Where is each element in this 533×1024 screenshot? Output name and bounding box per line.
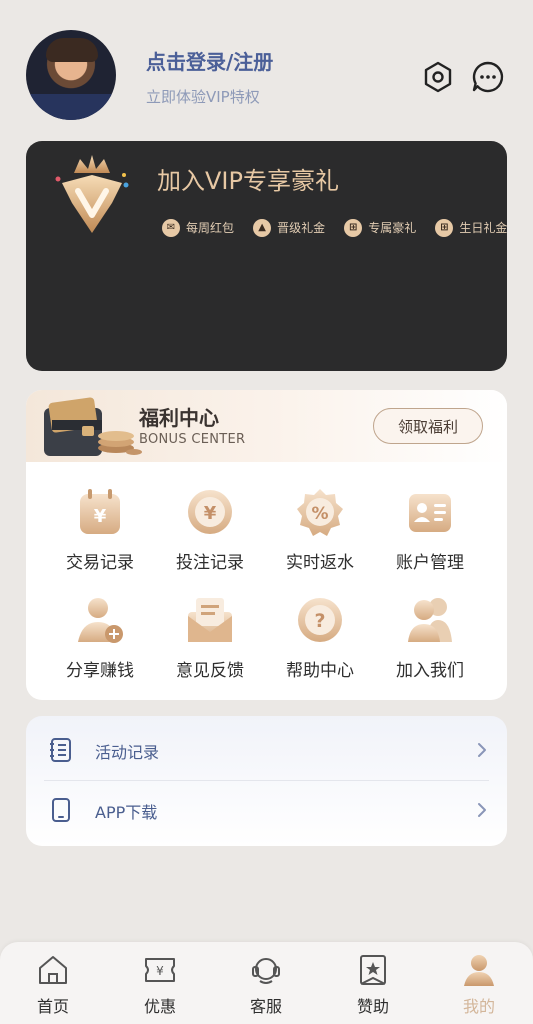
rebate-icon: % — [297, 489, 343, 536]
bonus-center-title: 福利中心 — [139, 406, 219, 430]
grid-item-account-management[interactable]: 账户管理 — [380, 486, 480, 586]
grid-label: 分享赚钱 — [66, 661, 134, 681]
vip-banner-card[interactable]: 加入VIP专享豪礼 ✉ 每周红包 ▲ 晋级礼金 ⊞ 专属豪礼 ⊞ 生日礼金 — [26, 141, 507, 371]
grid-label: 加入我们 — [396, 661, 464, 681]
grid-label: 投注记录 — [176, 553, 244, 573]
nav-label: 客服 — [249, 997, 282, 1016]
help-icon: ? — [298, 598, 342, 642]
red-packet-icon: ✉ — [162, 218, 180, 237]
feedback-envelope-icon — [188, 598, 232, 642]
bonus-center-card: 福利中心 BONUS CENTER 领取福利 ¥ 交易记录 ¥ 投注记录 % 实… — [26, 390, 507, 700]
bottom-nav: 首页 ¥ 优惠 客服 赞助 我的 — [0, 942, 533, 1024]
profile-header: 点击登录/注册 立即体验VIP特权 — [0, 0, 533, 140]
grid-item-feedback[interactable]: 意见反馈 — [160, 594, 260, 694]
perk-level-up-bonus: ▲ 晋级礼金 — [253, 218, 325, 237]
grid-item-rebate[interactable]: % 实时返水 — [270, 486, 370, 586]
transaction-record-icon: ¥ — [80, 489, 120, 534]
nav-customer-service[interactable]: 客服 — [236, 952, 296, 1022]
svg-text:%: % — [311, 504, 328, 524]
vip-perks: ✉ 每周红包 ▲ 晋级礼金 ⊞ 专属豪礼 ⊞ 生日礼金 — [162, 215, 507, 239]
bonus-center-header: 福利中心 BONUS CENTER 领取福利 — [26, 390, 507, 462]
grid-item-help-center[interactable]: ? 帮助中心 — [270, 594, 370, 694]
grid-label: 意见反馈 — [176, 661, 244, 681]
grid-label: 账户管理 — [396, 553, 464, 573]
svg-text:?: ? — [314, 610, 325, 632]
grid-item-share-earn[interactable]: 分享赚钱 — [50, 594, 150, 694]
claim-bonus-button[interactable]: 领取福利 — [373, 408, 483, 444]
level-up-icon: ▲ — [253, 218, 272, 237]
avatar[interactable] — [26, 30, 116, 120]
grid-item-join-us[interactable]: 加入我们 — [380, 594, 480, 694]
wallet-coins-icon — [44, 397, 142, 456]
perk-weekly-red-packet: ✉ 每周红包 — [162, 218, 234, 237]
grid-label: 帮助中心 — [286, 661, 354, 681]
chevron-right-icon — [478, 743, 486, 757]
perk-birthday-bonus: ⊞ 生日礼金 — [435, 218, 507, 237]
profile-icon — [464, 955, 494, 986]
nav-sponsor[interactable]: 赞助 — [343, 952, 403, 1022]
nav-label: 首页 — [36, 997, 69, 1016]
grid-label: 实时返水 — [286, 553, 354, 573]
grid-item-transaction-record[interactable]: ¥ 交易记录 — [50, 486, 150, 586]
nav-home[interactable]: 首页 — [23, 952, 83, 1022]
sponsor-icon — [360, 955, 386, 985]
nav-label: 我的 — [462, 997, 495, 1016]
grid-label: 交易记录 — [66, 553, 134, 573]
chevron-right-icon — [478, 803, 486, 817]
login-register-link[interactable]: 点击登录/注册 — [146, 46, 273, 75]
list-item-label: APP下载 — [95, 803, 158, 822]
bet-record-icon: ¥ — [188, 490, 232, 534]
gift-icon: ⊞ — [344, 218, 363, 237]
list-item-app-download[interactable]: APP下载 — [26, 780, 507, 840]
chat-icon[interactable] — [471, 60, 505, 94]
nav-label: 赞助 — [356, 997, 389, 1016]
nav-profile[interactable]: 我的 — [449, 952, 509, 1022]
vip-experience-subtitle: 立即体验VIP特权 — [146, 88, 260, 106]
support-headset-icon — [252, 958, 280, 984]
home-icon — [39, 956, 67, 984]
nav-label: 优惠 — [143, 997, 176, 1016]
vip-title: 加入VIP专享豪礼 — [157, 167, 339, 195]
grid-item-bet-record[interactable]: ¥ 投注记录 — [160, 486, 260, 586]
activity-list-icon — [50, 738, 71, 762]
share-user-icon — [78, 598, 123, 643]
account-icon — [409, 494, 451, 532]
coupon-icon: ¥ — [145, 958, 175, 982]
list-item-activity-record[interactable]: 活动记录 — [26, 720, 507, 780]
birthday-gift-icon: ⊞ — [435, 218, 454, 237]
vip-crown-badge-icon — [55, 155, 129, 233]
join-us-icon — [408, 598, 452, 642]
svg-text:¥: ¥ — [156, 964, 164, 978]
perk-exclusive-gift: ⊞ 专属豪礼 — [344, 218, 416, 237]
menu-list-card: 活动记录 APP下载 — [26, 716, 507, 846]
phone-icon — [52, 798, 70, 822]
svg-text:¥: ¥ — [94, 506, 107, 527]
bonus-center-subtitle: BONUS CENTER — [139, 432, 246, 447]
nav-promotions[interactable]: ¥ 优惠 — [130, 952, 190, 1022]
list-item-label: 活动记录 — [95, 743, 160, 762]
settings-icon[interactable] — [421, 60, 455, 94]
svg-text:¥: ¥ — [204, 503, 217, 524]
